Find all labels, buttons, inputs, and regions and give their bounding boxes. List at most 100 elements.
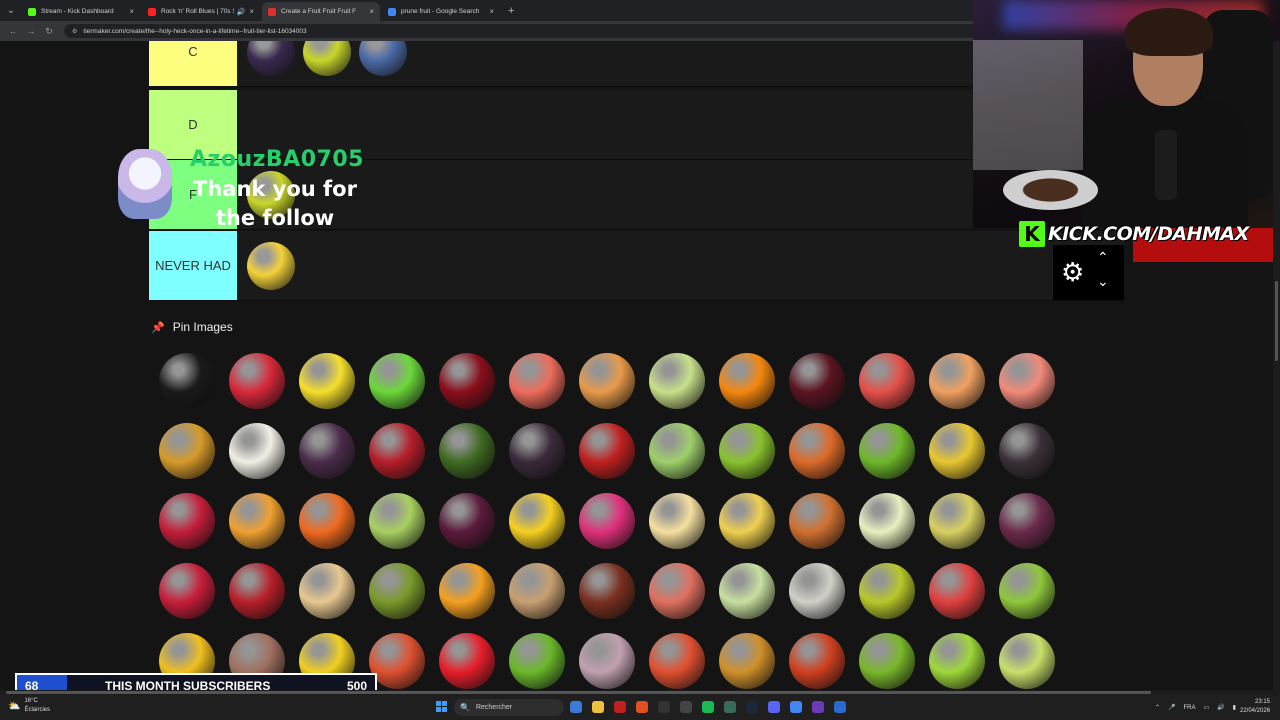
battery-icon[interactable]: ▮ xyxy=(1233,704,1236,711)
pin-image-cell[interactable] xyxy=(852,348,922,414)
browser-tab-1[interactable]: Rock 'n' Roll Blues | 70s Su 🔊 × xyxy=(142,2,260,21)
pin-image-cell[interactable] xyxy=(572,558,642,624)
pin-image-cell[interactable] xyxy=(852,628,922,690)
pin-image-cell[interactable] xyxy=(782,628,852,690)
browser-tab-0[interactable]: Stream - Kick Dashboard × xyxy=(22,2,140,21)
network-icon[interactable]: ▭ xyxy=(1204,704,1210,711)
pin-image-cell[interactable] xyxy=(782,348,852,414)
reload-icon[interactable]: ↻ xyxy=(40,26,58,37)
pin-image-cell[interactable] xyxy=(642,348,712,414)
pin-image-cell[interactable] xyxy=(292,348,362,414)
fruit-image[interactable] xyxy=(359,41,407,76)
move-up-chevron-icon[interactable]: ⌃ xyxy=(1097,249,1109,266)
pin-image-cell[interactable] xyxy=(432,558,502,624)
pin-image-cell[interactable] xyxy=(922,628,992,690)
pin-image-cell[interactable] xyxy=(922,488,992,554)
pin-image-cell[interactable] xyxy=(152,348,222,414)
pin-image-cell[interactable] xyxy=(292,418,362,484)
pin-image-cell[interactable] xyxy=(712,488,782,554)
pin-image-cell[interactable] xyxy=(292,558,362,624)
pin-image-cell[interactable] xyxy=(992,418,1062,484)
pin-image-cell[interactable] xyxy=(852,418,922,484)
address-bar[interactable]: ⚙ tiermaker.com/create/the--holy-heck-on… xyxy=(64,24,1044,38)
pin-image-cell[interactable] xyxy=(712,628,782,690)
pin-image-cell[interactable] xyxy=(362,558,432,624)
pin-image-cell[interactable] xyxy=(992,488,1062,554)
pin-image-cell[interactable] xyxy=(852,558,922,624)
pin-image-cell[interactable] xyxy=(782,488,852,554)
keyboard-language[interactable]: FRA xyxy=(1184,705,1196,711)
tray-overflow-chevron-icon[interactable]: ⌃ xyxy=(1155,704,1160,711)
app-red-icon[interactable] xyxy=(614,701,626,713)
taskbar-search[interactable]: 🔍 Rechercher xyxy=(454,699,564,716)
vertical-scrollbar[interactable] xyxy=(1273,41,1280,690)
pin-image-cell[interactable] xyxy=(992,628,1062,690)
pin-image-cell[interactable] xyxy=(222,558,292,624)
tier-label[interactable]: C xyxy=(149,41,237,86)
pin-image-cell[interactable] xyxy=(152,558,222,624)
pin-image-cell[interactable] xyxy=(222,348,292,414)
browser-tab-2[interactable]: Create a Fruit Fruit Fruit F × xyxy=(262,2,380,21)
app-green-icon[interactable] xyxy=(724,701,736,713)
back-arrow-icon[interactable]: ← xyxy=(4,26,22,36)
pin-image-cell[interactable] xyxy=(642,558,712,624)
pin-image-cell[interactable] xyxy=(432,488,502,554)
copilot-icon[interactable] xyxy=(570,701,582,713)
steam-overlay-icon[interactable] xyxy=(680,701,692,713)
pin-image-cell[interactable] xyxy=(712,348,782,414)
pin-image-cell[interactable] xyxy=(922,418,992,484)
pin-image-cell[interactable] xyxy=(712,558,782,624)
weather-widget[interactable]: ⛅ 16°C Éclaircies xyxy=(8,697,50,715)
pin-image-cell[interactable] xyxy=(852,488,922,554)
site-info-icon[interactable]: ⚙ xyxy=(72,28,77,35)
pin-image-cell[interactable] xyxy=(222,418,292,484)
browser-tab-3[interactable]: prune fruit - Google Search × xyxy=(382,2,500,21)
pin-image-cell[interactable] xyxy=(502,488,572,554)
pin-image-cell[interactable] xyxy=(152,418,222,484)
tab-list-chevron-icon[interactable]: ⌄ xyxy=(0,0,22,21)
file-explorer-icon[interactable] xyxy=(592,701,604,713)
fruit-image[interactable] xyxy=(247,241,295,290)
tab-audio-icon[interactable]: 🔊 xyxy=(237,8,246,16)
app-purple-icon[interactable] xyxy=(812,701,824,713)
spotify-icon[interactable] xyxy=(702,701,714,713)
discord-icon[interactable] xyxy=(768,701,780,713)
pin-image-cell[interactable] xyxy=(782,418,852,484)
horizontal-scroll-thumb[interactable] xyxy=(6,691,1151,694)
pin-image-cell[interactable] xyxy=(502,418,572,484)
chrome-icon[interactable] xyxy=(790,701,802,713)
pin-image-cell[interactable] xyxy=(642,418,712,484)
pin-image-cell[interactable] xyxy=(362,348,432,414)
pin-image-cell[interactable] xyxy=(502,558,572,624)
pin-image-cell[interactable] xyxy=(782,558,852,624)
tab-close-icon[interactable]: × xyxy=(489,7,494,16)
pin-image-cell[interactable] xyxy=(152,488,222,554)
gear-icon[interactable]: ⚙ xyxy=(1061,257,1084,288)
volume-icon[interactable]: 🔊 xyxy=(1217,704,1224,711)
pin-image-cell[interactable] xyxy=(572,348,642,414)
pin-image-cell[interactable] xyxy=(572,418,642,484)
tab-close-icon[interactable]: × xyxy=(249,7,254,16)
app-blue-icon[interactable] xyxy=(834,701,846,713)
pin-image-cell[interactable] xyxy=(362,418,432,484)
vertical-scroll-thumb[interactable] xyxy=(1275,281,1278,361)
pin-image-cell[interactable] xyxy=(922,348,992,414)
pin-image-cell[interactable] xyxy=(292,488,362,554)
pin-image-cell[interactable] xyxy=(572,488,642,554)
pin-image-cell[interactable] xyxy=(572,628,642,690)
tab-close-icon[interactable]: × xyxy=(129,7,134,16)
pin-image-cell[interactable] xyxy=(432,628,502,690)
new-tab-plus-icon[interactable]: + xyxy=(508,2,514,21)
pin-image-cell[interactable] xyxy=(712,418,782,484)
pin-image-cell[interactable] xyxy=(502,348,572,414)
pin-image-cell[interactable] xyxy=(432,348,502,414)
taskbar-clock[interactable]: 23:15 22/04/2026 xyxy=(1240,698,1270,716)
pin-image-cell[interactable] xyxy=(432,418,502,484)
pin-image-cell[interactable] xyxy=(992,348,1062,414)
pin-image-cell[interactable] xyxy=(642,628,712,690)
forward-arrow-icon[interactable]: → xyxy=(22,26,40,36)
obs-icon[interactable] xyxy=(658,701,670,713)
windows-start-icon[interactable] xyxy=(436,701,448,713)
pin-image-cell[interactable] xyxy=(222,488,292,554)
pin-image-cell[interactable] xyxy=(642,488,712,554)
